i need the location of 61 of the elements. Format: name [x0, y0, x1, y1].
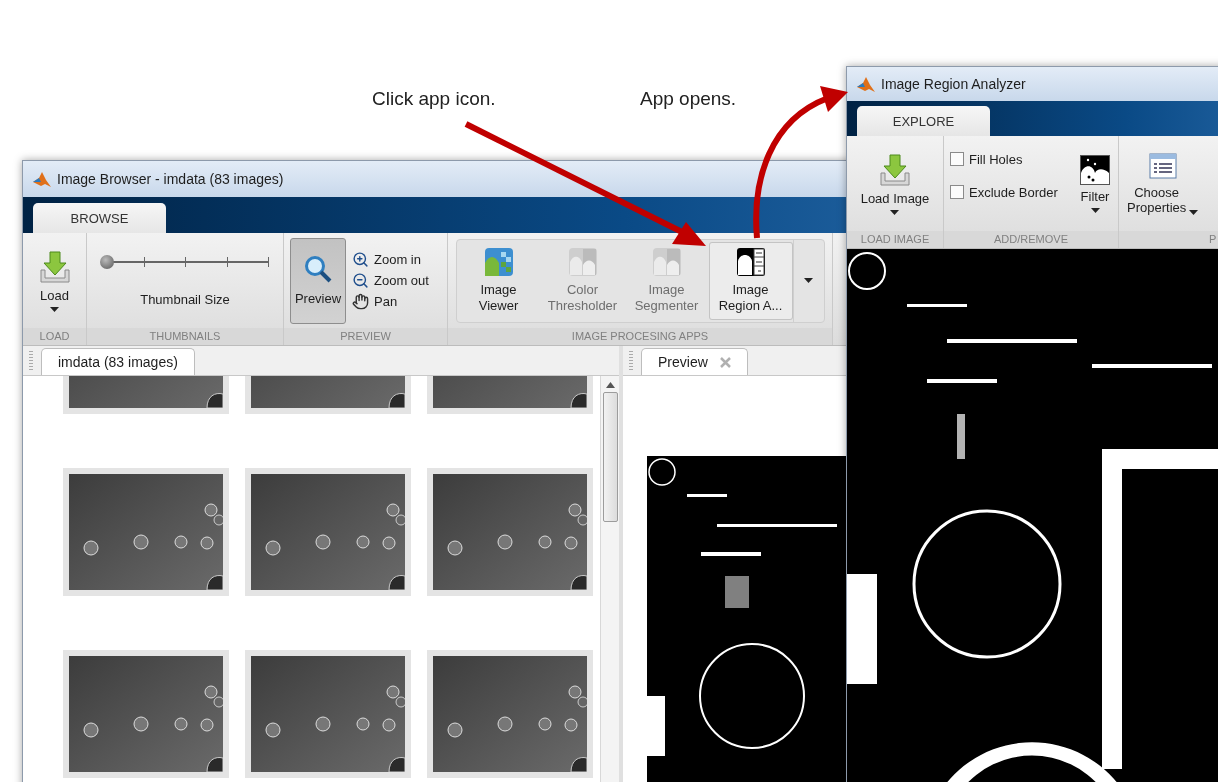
- load-image-button[interactable]: Load Image: [858, 148, 932, 219]
- checkbox-option[interactable]: Exclude Border: [950, 184, 1058, 200]
- thumbnail[interactable]: [245, 650, 411, 778]
- group-label: P: [1119, 231, 1218, 248]
- zoom-out-icon: [352, 272, 369, 289]
- filter-button[interactable]: Filter: [1078, 150, 1112, 217]
- scroll-up-icon[interactable]: [605, 382, 615, 388]
- checkbox[interactable]: [950, 185, 964, 199]
- logo-icon: [33, 170, 51, 188]
- window-title: Image Region Analyzer: [881, 76, 1026, 92]
- grip-icon: [629, 351, 633, 371]
- document-tab[interactable]: imdata (83 images): [41, 348, 195, 375]
- preview-button[interactable]: Preview: [290, 237, 346, 324]
- app-button[interactable]: Image Viewer: [456, 241, 541, 320]
- filter-icon: [1080, 154, 1110, 185]
- group-label: ADD/REMOVE: [944, 231, 1118, 248]
- document-tab[interactable]: Preview: [641, 348, 748, 375]
- group-label: IMAGE PROCESING APPS: [448, 328, 832, 345]
- split-image-icon: [567, 247, 598, 277]
- zoom-in-icon: [352, 251, 369, 268]
- thumbnail[interactable]: [427, 650, 593, 778]
- caret-icon: [804, 278, 813, 283]
- annotation-text: Click app icon.: [372, 88, 496, 110]
- toolbar-button[interactable]: Pan: [352, 293, 429, 310]
- scrollbar[interactable]: [600, 376, 619, 782]
- choose-properties-button[interactable]: Choose Properties: [1125, 148, 1201, 219]
- grip-icon: [29, 351, 33, 371]
- image-viewer-icon: [483, 247, 514, 277]
- toolstrip-tab[interactable]: BROWSE: [33, 203, 166, 233]
- annotation-text: App opens.: [640, 88, 737, 110]
- logo-icon: [857, 75, 875, 93]
- thumbnail[interactable]: [63, 650, 229, 778]
- thumbnail[interactable]: [63, 468, 229, 596]
- list-icon: [1148, 152, 1177, 179]
- caret-icon: [1189, 209, 1199, 215]
- slider-label: Thumbnail Size: [140, 292, 230, 307]
- group-label: PREVIEW: [284, 328, 447, 345]
- thumbnail[interactable]: [427, 468, 593, 596]
- checkbox-option[interactable]: Fill Holes: [950, 151, 1058, 167]
- group-label: LOAD: [23, 328, 86, 345]
- thumbnail[interactable]: [245, 468, 411, 596]
- hand-icon: [352, 293, 369, 310]
- group-label: THUMBNAILS: [87, 328, 283, 345]
- app-button[interactable]: Image Region A...: [708, 241, 793, 320]
- toolbar-button[interactable]: Zoom out: [352, 272, 429, 289]
- load-button[interactable]: Load: [36, 245, 73, 316]
- slider-thumb[interactable]: [99, 255, 114, 269]
- window-title: Image Browser - imdata (83 images): [57, 171, 284, 187]
- caret-icon: [890, 209, 900, 215]
- toolbar-button[interactable]: Zoom in: [352, 251, 429, 268]
- group-label: LOAD IMAGE: [847, 231, 943, 248]
- search-icon: [304, 255, 332, 283]
- caret-icon: [1090, 207, 1100, 213]
- split-image-icon: [651, 247, 682, 277]
- caret-icon: [50, 306, 59, 312]
- region-table-icon: [735, 247, 766, 277]
- checkbox[interactable]: [950, 152, 964, 166]
- tray-arrow-icon: [38, 249, 71, 284]
- toolstrip-tab[interactable]: EXPLORE: [857, 106, 990, 136]
- tray-arrow-icon: [879, 152, 911, 187]
- thumbnail-size-slider[interactable]: [102, 254, 268, 270]
